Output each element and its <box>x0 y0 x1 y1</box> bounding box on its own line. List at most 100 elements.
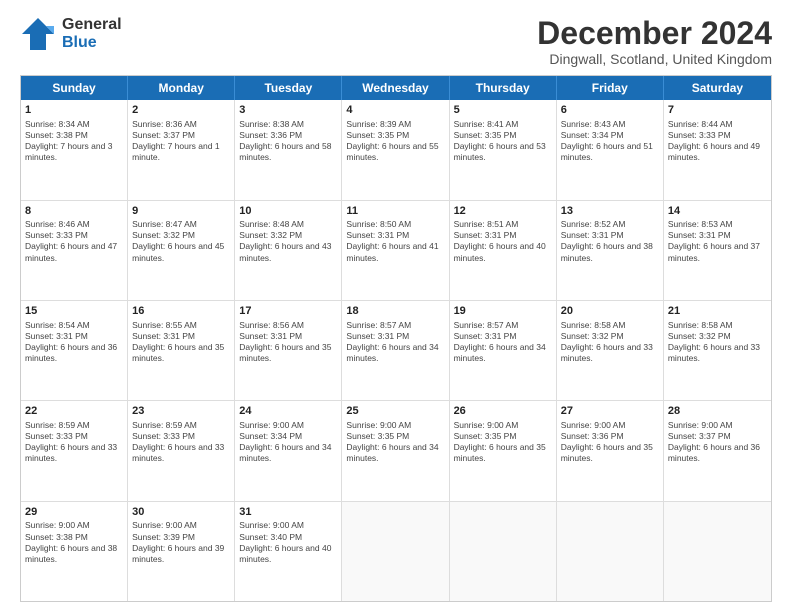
cell-info: Sunrise: 8:58 AMSunset: 3:32 PMDaylight:… <box>561 320 659 364</box>
day-number: 26 <box>454 404 552 419</box>
cell-info: Sunrise: 9:00 AMSunset: 3:40 PMDaylight:… <box>239 520 337 564</box>
day-number: 13 <box>561 204 659 219</box>
calendar-cell: 10Sunrise: 8:48 AMSunset: 3:32 PMDayligh… <box>235 201 342 300</box>
cell-info: Sunrise: 8:59 AMSunset: 3:33 PMDaylight:… <box>132 420 230 464</box>
calendar-cell: 25Sunrise: 9:00 AMSunset: 3:35 PMDayligh… <box>342 401 449 500</box>
calendar-cell <box>664 502 771 601</box>
day-number: 25 <box>346 404 444 419</box>
header-cell-friday: Friday <box>557 76 664 100</box>
logo: General Blue <box>20 16 122 52</box>
calendar-cell: 19Sunrise: 8:57 AMSunset: 3:31 PMDayligh… <box>450 301 557 400</box>
calendar-cell <box>342 502 449 601</box>
cell-info: Sunrise: 9:00 AMSunset: 3:36 PMDaylight:… <box>561 420 659 464</box>
day-number: 19 <box>454 304 552 319</box>
header-cell-tuesday: Tuesday <box>235 76 342 100</box>
calendar-row-2: 8Sunrise: 8:46 AMSunset: 3:33 PMDaylight… <box>21 201 771 301</box>
page: General Blue December 2024 Dingwall, Sco… <box>0 0 792 612</box>
cell-info: Sunrise: 8:50 AMSunset: 3:31 PMDaylight:… <box>346 219 444 263</box>
cell-info: Sunrise: 8:34 AMSunset: 3:38 PMDaylight:… <box>25 119 123 163</box>
header: General Blue December 2024 Dingwall, Sco… <box>20 16 772 67</box>
day-number: 21 <box>668 304 767 319</box>
cell-info: Sunrise: 8:53 AMSunset: 3:31 PMDaylight:… <box>668 219 767 263</box>
calendar-cell: 29Sunrise: 9:00 AMSunset: 3:38 PMDayligh… <box>21 502 128 601</box>
calendar-cell: 5Sunrise: 8:41 AMSunset: 3:35 PMDaylight… <box>450 100 557 199</box>
cell-info: Sunrise: 8:48 AMSunset: 3:32 PMDaylight:… <box>239 219 337 263</box>
calendar-cell: 6Sunrise: 8:43 AMSunset: 3:34 PMDaylight… <box>557 100 664 199</box>
day-number: 6 <box>561 103 659 118</box>
day-number: 4 <box>346 103 444 118</box>
day-number: 23 <box>132 404 230 419</box>
day-number: 28 <box>668 404 767 419</box>
cell-info: Sunrise: 8:39 AMSunset: 3:35 PMDaylight:… <box>346 119 444 163</box>
cell-info: Sunrise: 8:59 AMSunset: 3:33 PMDaylight:… <box>25 420 123 464</box>
calendar: SundayMondayTuesdayWednesdayThursdayFrid… <box>20 75 772 602</box>
calendar-cell: 18Sunrise: 8:57 AMSunset: 3:31 PMDayligh… <box>342 301 449 400</box>
calendar-cell: 21Sunrise: 8:58 AMSunset: 3:32 PMDayligh… <box>664 301 771 400</box>
cell-info: Sunrise: 9:00 AMSunset: 3:39 PMDaylight:… <box>132 520 230 564</box>
calendar-cell: 22Sunrise: 8:59 AMSunset: 3:33 PMDayligh… <box>21 401 128 500</box>
day-number: 16 <box>132 304 230 319</box>
calendar-cell: 23Sunrise: 8:59 AMSunset: 3:33 PMDayligh… <box>128 401 235 500</box>
day-number: 18 <box>346 304 444 319</box>
day-number: 20 <box>561 304 659 319</box>
calendar-row-4: 22Sunrise: 8:59 AMSunset: 3:33 PMDayligh… <box>21 401 771 501</box>
header-cell-monday: Monday <box>128 76 235 100</box>
cell-info: Sunrise: 8:46 AMSunset: 3:33 PMDaylight:… <box>25 219 123 263</box>
day-number: 2 <box>132 103 230 118</box>
calendar-cell: 1Sunrise: 8:34 AMSunset: 3:38 PMDaylight… <box>21 100 128 199</box>
cell-info: Sunrise: 8:57 AMSunset: 3:31 PMDaylight:… <box>454 320 552 364</box>
calendar-cell: 17Sunrise: 8:56 AMSunset: 3:31 PMDayligh… <box>235 301 342 400</box>
calendar-cell: 4Sunrise: 8:39 AMSunset: 3:35 PMDaylight… <box>342 100 449 199</box>
cell-info: Sunrise: 9:00 AMSunset: 3:35 PMDaylight:… <box>346 420 444 464</box>
calendar-cell: 3Sunrise: 8:38 AMSunset: 3:36 PMDaylight… <box>235 100 342 199</box>
logo-icon <box>20 16 56 52</box>
calendar-cell: 20Sunrise: 8:58 AMSunset: 3:32 PMDayligh… <box>557 301 664 400</box>
day-number: 10 <box>239 204 337 219</box>
calendar-subtitle: Dingwall, Scotland, United Kingdom <box>537 51 772 67</box>
day-number: 12 <box>454 204 552 219</box>
cell-info: Sunrise: 8:36 AMSunset: 3:37 PMDaylight:… <box>132 119 230 163</box>
cell-info: Sunrise: 9:00 AMSunset: 3:37 PMDaylight:… <box>668 420 767 464</box>
calendar-cell: 24Sunrise: 9:00 AMSunset: 3:34 PMDayligh… <box>235 401 342 500</box>
calendar-cell: 26Sunrise: 9:00 AMSunset: 3:35 PMDayligh… <box>450 401 557 500</box>
day-number: 14 <box>668 204 767 219</box>
header-cell-wednesday: Wednesday <box>342 76 449 100</box>
title-block: December 2024 Dingwall, Scotland, United… <box>537 16 772 67</box>
calendar-body: 1Sunrise: 8:34 AMSunset: 3:38 PMDaylight… <box>21 100 771 601</box>
cell-info: Sunrise: 8:54 AMSunset: 3:31 PMDaylight:… <box>25 320 123 364</box>
header-cell-sunday: Sunday <box>21 76 128 100</box>
cell-info: Sunrise: 8:41 AMSunset: 3:35 PMDaylight:… <box>454 119 552 163</box>
header-cell-thursday: Thursday <box>450 76 557 100</box>
cell-info: Sunrise: 8:52 AMSunset: 3:31 PMDaylight:… <box>561 219 659 263</box>
day-number: 1 <box>25 103 123 118</box>
calendar-cell: 11Sunrise: 8:50 AMSunset: 3:31 PMDayligh… <box>342 201 449 300</box>
calendar-row-1: 1Sunrise: 8:34 AMSunset: 3:38 PMDaylight… <box>21 100 771 200</box>
calendar-title: December 2024 <box>537 16 772 51</box>
calendar-cell: 28Sunrise: 9:00 AMSunset: 3:37 PMDayligh… <box>664 401 771 500</box>
calendar-cell: 16Sunrise: 8:55 AMSunset: 3:31 PMDayligh… <box>128 301 235 400</box>
calendar-cell: 12Sunrise: 8:51 AMSunset: 3:31 PMDayligh… <box>450 201 557 300</box>
day-number: 8 <box>25 204 123 219</box>
day-number: 22 <box>25 404 123 419</box>
day-number: 31 <box>239 505 337 520</box>
day-number: 29 <box>25 505 123 520</box>
calendar-row-5: 29Sunrise: 9:00 AMSunset: 3:38 PMDayligh… <box>21 502 771 601</box>
cell-info: Sunrise: 8:47 AMSunset: 3:32 PMDaylight:… <box>132 219 230 263</box>
calendar-cell: 27Sunrise: 9:00 AMSunset: 3:36 PMDayligh… <box>557 401 664 500</box>
cell-info: Sunrise: 8:51 AMSunset: 3:31 PMDaylight:… <box>454 219 552 263</box>
calendar-cell: 9Sunrise: 8:47 AMSunset: 3:32 PMDaylight… <box>128 201 235 300</box>
day-number: 7 <box>668 103 767 118</box>
day-number: 30 <box>132 505 230 520</box>
logo-blue-text: Blue <box>62 34 122 52</box>
logo-general-text: General <box>62 16 122 34</box>
day-number: 9 <box>132 204 230 219</box>
calendar-cell <box>557 502 664 601</box>
day-number: 11 <box>346 204 444 219</box>
day-number: 17 <box>239 304 337 319</box>
calendar-cell: 31Sunrise: 9:00 AMSunset: 3:40 PMDayligh… <box>235 502 342 601</box>
calendar-cell: 30Sunrise: 9:00 AMSunset: 3:39 PMDayligh… <box>128 502 235 601</box>
cell-info: Sunrise: 8:58 AMSunset: 3:32 PMDaylight:… <box>668 320 767 364</box>
day-number: 5 <box>454 103 552 118</box>
calendar-cell: 2Sunrise: 8:36 AMSunset: 3:37 PMDaylight… <box>128 100 235 199</box>
cell-info: Sunrise: 8:44 AMSunset: 3:33 PMDaylight:… <box>668 119 767 163</box>
